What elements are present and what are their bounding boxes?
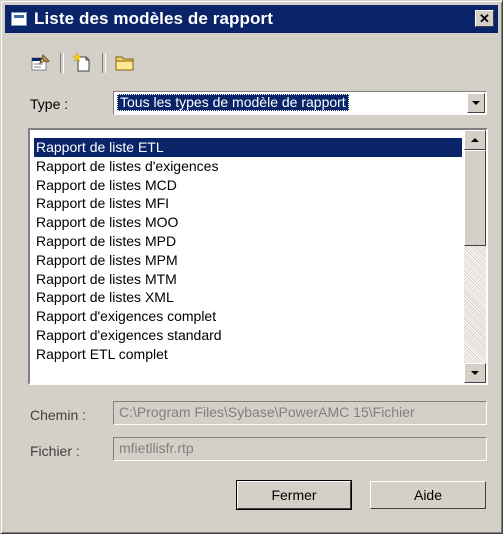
arrow-down-icon [471,371,479,375]
window-icon [11,12,27,26]
close-button[interactable]: ✕ [475,10,494,27]
toolbar [29,51,137,75]
list-item[interactable]: Rapport ETL complet [34,345,462,364]
vertical-scrollbar[interactable] [464,130,486,383]
list-item[interactable]: Rapport d'exigences standard [34,326,462,345]
properties-button[interactable] [29,52,53,74]
list-item[interactable]: Rapport de listes MOO [34,213,462,232]
path-field: C:\Program Files\Sybase\PowerAMC 15\Fich… [113,401,487,425]
scroll-up-button[interactable] [464,130,486,150]
new-icon [73,53,90,72]
templates-list: Rapport de liste ETL Rapport de listes d'… [34,138,462,364]
path-label: Chemin : [30,407,87,423]
arrow-up-icon [471,138,479,142]
list-item[interactable]: Rapport d'exigences complet [34,307,462,326]
list-item[interactable]: Rapport de liste ETL [34,138,462,157]
open-button[interactable] [113,52,137,74]
list-item[interactable]: Rapport de listes MPM [34,251,462,270]
report-templates-dialog: Liste des modèles de rapport ✕ Type: To… [0,0,503,534]
list-item[interactable]: Rapport de listes MFI [34,194,462,213]
combobox-dropdown-button[interactable] [467,93,485,113]
title-bar[interactable]: Liste des modèles de rapport ✕ [5,5,498,33]
file-label: Fichier : [30,443,80,459]
toolbar-separator [102,53,106,73]
list-item[interactable]: Rapport de listes MPD [34,232,462,251]
toolbar-separator [60,53,64,73]
templates-listbox[interactable]: Rapport de liste ETL Rapport de listes d'… [28,128,488,385]
open-folder-icon [115,56,134,71]
new-button[interactable] [71,52,95,74]
close-dialog-button[interactable]: Fermer [236,480,352,510]
type-combobox-value: Tous les types de modèle de rapport [117,94,349,111]
list-item[interactable]: Rapport de listes XML [34,288,462,307]
scrollbar-thumb[interactable] [464,150,486,246]
type-combobox[interactable]: Tous les types de modèle de rapport [113,91,487,115]
scroll-down-button[interactable] [464,363,486,383]
window-title: Liste des modèles de rapport [34,9,273,28]
file-field: mfietllisfr.rtp [113,437,487,461]
list-item[interactable]: Rapport de listes d'exigences [34,157,462,176]
chevron-down-icon [472,101,480,105]
help-button[interactable]: Aide [370,481,486,509]
list-item[interactable]: Rapport de listes MTM [34,270,462,289]
type-label: Type : [30,96,69,112]
properties-icon [31,54,50,71]
list-item[interactable]: Rapport de listes MCD [34,176,462,195]
